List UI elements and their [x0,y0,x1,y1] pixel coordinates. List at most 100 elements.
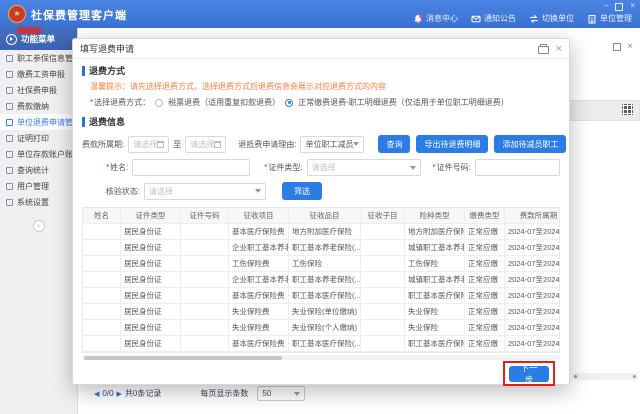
table-cell [83,336,121,352]
sidebar-item-8[interactable]: 查询统计 [0,162,77,178]
table-body: 居民身份证基本医疗保险费地方附加医疗保险地方附加医疗保险正常应缴2024-07至… [83,224,559,352]
maximize-button[interactable] [615,3,623,11]
page-size-select[interactable]: 50 [257,386,305,401]
table-row[interactable]: 居民身份证失业保险费失业保险(单位缴纳)失业保险正常应缴2024-07至2024… [83,304,560,320]
sidebar-item-3[interactable]: 社保费申报 [0,82,77,98]
table-cell: 职工基本医疗保险(... [289,288,361,304]
filter-button[interactable]: 筛选 [282,182,322,200]
table-cell: 居民身份证 [121,304,181,320]
table-cell: 职工基本养老保险(... [289,272,361,288]
building-icon [587,14,597,24]
app-title: 社保费管理客户端 [31,7,127,23]
function-menu-icon [6,34,17,45]
table-cell: 正常应缴 [465,320,505,336]
radio-normal-refund[interactable] [285,99,293,107]
sidebar-item-4[interactable]: 费款缴纳 [0,98,77,114]
column-settings-icon[interactable] [622,104,633,115]
background-horizontal-scrollbar[interactable] [572,373,638,380]
table-cell: 正常应缴 [465,240,505,256]
sidebar-item-6[interactable]: 证明打印 [0,130,77,146]
minimize-button[interactable]: – [604,1,608,11]
table-row[interactable]: 居民身份证基本医疗保险费职工基本医疗保险(...职工基本医疗保险正常应缴2024… [83,336,560,352]
radio-label[interactable]: 正常缴费退费-职工明细退费（仅适用于单位职工明细退费） [298,97,509,108]
period-to-input[interactable]: 请选择 [185,136,226,153]
table-cell [83,288,121,304]
cert-type-select[interactable]: 请选择 [307,159,421,176]
sidebar-collapse-button[interactable]: ‹ [33,220,45,232]
radio-group-label: 选择退费方式： [94,98,150,107]
export-refund-detail-button[interactable]: 导出待退费明细 [416,135,488,153]
menu-item-label: 系统设置 [17,197,49,208]
period-from-input[interactable]: 请选择 [128,136,169,153]
table-row[interactable]: 居民身份证企业职工基本养老...职工基本养老保险(...城镇职工基本养老...正… [83,272,560,288]
column-header: 险种类型 [405,208,465,224]
table-cell: 企业职工基本养老... [229,240,289,256]
inner-restore-button[interactable] [613,43,621,51]
next-page-button[interactable]: ▶ [117,390,122,398]
table-cell: 2024-07至2024-07 [505,304,560,320]
reason-label: 退抵费申请理由: [238,139,296,150]
table-row[interactable]: 居民身份证基本医疗保险费地方附加医疗保险地方附加医疗保险正常应缴2024-07至… [83,224,560,240]
form-row-period: 费款所属期: 请选择 至 请选择 退抵费申请理由: 单位职工减员 查询 导出待退… [82,135,560,153]
menu-item-label: 社保费申报 [17,85,57,96]
sidebar-item-10[interactable]: 系统设置 [0,194,77,210]
unit-management-button[interactable]: 单位管理 [587,13,632,24]
menu-item-icon [6,55,13,62]
menu-item-label: 职工参保信息管理 [17,53,77,64]
table-cell: 2024-07至2024-07 [505,256,560,272]
window-controls: – × [604,1,635,11]
menu-item-label: 查询统计 [17,165,49,176]
table-cell: 失业保险 [405,320,465,336]
table-cell [181,288,229,304]
page-size-value: 50 [262,389,271,398]
switch-unit-button[interactable]: 切换单位 [529,13,574,24]
reason-select[interactable]: 单位职工减员 [300,136,364,153]
message-center-button[interactable]: 消息中心 [413,13,458,24]
titlebar: ★ 社保费管理客户端 – × 消息中心 通知公告 [0,0,640,28]
national-emblem-logo: ★ [8,5,26,23]
table-cell [181,256,229,272]
app-window: ★ 社保费管理客户端 – × 消息中心 通知公告 [0,0,640,414]
table-cell [181,304,229,320]
table-cell: 工伤保险 [289,256,361,272]
sidebar-item-1[interactable]: 职工参保信息管理 [0,50,77,66]
table-cell [181,240,229,256]
scrollbar-thumb[interactable] [84,356,282,360]
chevron-down-icon [294,392,300,396]
notice-button[interactable]: 通知公告 [471,13,516,24]
table-cell: 2024-07至2024-07 [505,288,560,304]
nav-label: 消息中心 [426,13,458,24]
table-cell: 失业保险(个人缴纳) [289,320,361,336]
sidebar-item-7[interactable]: 单位存款账户账号管理 [0,146,77,162]
query-button[interactable]: 查询 [378,135,410,153]
inner-close-icon[interactable]: × [627,43,633,51]
table-cell: 2024-07至2024-07 [505,336,560,352]
required-asterisk: * [433,163,436,172]
radio-label[interactable]: 税票退费（适用重复扣款退费） [168,97,280,108]
nav-label: 通知公告 [484,13,516,24]
sidebar-item-9[interactable]: 用户管理 [0,178,77,194]
sidebar-item-2[interactable]: 缴费工资申报 [0,66,77,82]
next-step-button[interactable]: 下一步 [509,366,549,382]
page-size-label: 每页显示条数 [200,388,248,399]
verify-status-select[interactable]: 请选择 [144,183,266,200]
column-header: 征收项目 [229,208,289,224]
radio-tax-ticket-refund[interactable] [155,99,163,107]
sidebar-item-5[interactable]: 单位退费申请管理 [0,114,77,130]
name-input[interactable] [132,159,250,176]
table-row[interactable]: 居民身份证基本医疗保险费职工基本医疗保险(...职工基本医疗保险正常应缴2024… [83,288,560,304]
dialog-close-icon[interactable]: × [556,44,562,54]
menu-item-icon [6,135,13,142]
table-row[interactable]: 居民身份证工伤保险费工伤保险工伤保险正常应缴2024-07至2024-07 [83,256,560,272]
add-reduced-employee-button[interactable]: 添加待减员职工 [494,135,566,153]
dialog-title: 填写退费申请 [80,42,134,55]
cert-no-input[interactable] [475,159,560,176]
close-button[interactable]: × [630,1,635,11]
menu-item-icon [6,103,13,110]
table-row[interactable]: 居民身份证失业保险费失业保险(个人缴纳)失业保险正常应缴2024-07至2024… [83,320,560,336]
prev-page-button[interactable]: ◀ [94,390,99,398]
print-icon[interactable] [538,46,549,54]
menu-item-icon [6,71,13,78]
table-cell [83,240,121,256]
table-row[interactable]: 居民身份证企业职工基本养老...职工基本养老保险(...城镇职工基本养老...正… [83,240,560,256]
